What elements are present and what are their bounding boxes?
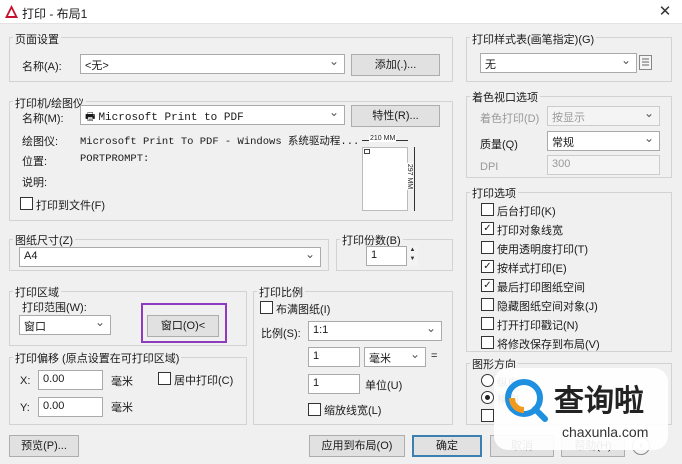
paper-size-legend: 图纸尺寸(Z) [13, 232, 76, 248]
watermark-text: 查询啦 [554, 384, 644, 419]
location-value: PORTPROMPT: [80, 153, 150, 165]
print-option-label: 使用透明度打印(T) [497, 244, 589, 256]
printable-area-marker [364, 149, 370, 154]
offset-y-unit: 毫米 [111, 402, 133, 414]
printer-name-select[interactable]: 🖶 Microsoft Print to PDF [80, 105, 345, 125]
watermark-url: chaxunla.com [562, 424, 649, 440]
plot-style-legend: 打印样式表(画笔指定)(G) [470, 31, 597, 47]
offset-x-unit: 毫米 [111, 376, 133, 388]
copies-spinner[interactable]: ▲ ▼ [406, 246, 418, 266]
offset-x-input[interactable]: 0.00 [38, 370, 103, 390]
paper-width-label: 210 MM [369, 135, 397, 142]
spin-down-icon[interactable]: ▼ [407, 255, 418, 264]
plot-style-select[interactable]: 无 [480, 53, 637, 73]
scale-ratio-label: 比例(S): [261, 328, 301, 340]
print-option-label: 后台打印(K) [497, 206, 556, 218]
apply-to-layout-button[interactable]: 应用到布局(O) [309, 435, 405, 457]
scale-value2-input[interactable]: 1 [308, 374, 360, 394]
offset-y-input[interactable]: 0.00 [38, 397, 103, 417]
print-option-checkbox[interactable] [481, 298, 494, 311]
preview-button[interactable]: 预览(P)... [9, 435, 79, 457]
print-option-checkbox[interactable]: ✓ [481, 260, 494, 273]
scale-lineweights-label: 缩放线宽(L) [324, 405, 382, 417]
scale-value1-input[interactable]: 1 [308, 347, 360, 367]
printer-properties-button[interactable]: 特性(R)... [351, 105, 440, 127]
scale-lineweights-checkbox[interactable] [308, 403, 321, 416]
dpi-label: DPI [480, 161, 499, 173]
spin-up-icon[interactable]: ▲ [407, 246, 418, 255]
print-options-legend: 打印选项 [470, 185, 518, 201]
print-offset-legend: 打印偏移 (原点设置在可打印区域) [13, 350, 182, 366]
plotter-value: Microsoft Print To PDF - Windows 系统驱动程..… [80, 136, 360, 148]
print-range-select[interactable]: 窗口 [19, 315, 111, 335]
page-setup-name-select[interactable]: <无> [80, 54, 345, 74]
add-page-setup-button[interactable]: 添加(.)... [351, 54, 440, 76]
scale-unit2-label: 单位(U) [365, 380, 403, 392]
ok-button[interactable]: 确定 [412, 435, 482, 457]
description-label: 说明: [22, 177, 48, 189]
print-option-checkbox[interactable]: ✓ [481, 222, 494, 235]
print-option-label: 隐藏图纸空间对象(J) [497, 301, 598, 313]
print-option-label: 打开打印戳记(N) [497, 320, 579, 332]
print-to-file-label: 打印到文件(F) [36, 200, 106, 212]
offset-x-label: X: [20, 375, 31, 387]
print-option-label: 最后打印图纸空间 [497, 282, 585, 294]
shade-plot-label: 着色打印(D) [480, 113, 540, 125]
print-to-file-checkbox[interactable] [20, 197, 33, 210]
print-option-checkbox[interactable] [481, 336, 494, 349]
quality-label: 质量(Q) [480, 139, 518, 151]
window-title: 打印 - 布局1 [22, 7, 88, 21]
print-option-label: 打印对象线宽 [497, 225, 563, 237]
highlight-annotation [141, 303, 227, 343]
center-plot-checkbox[interactable] [158, 372, 171, 385]
page-setup-name-label: 名称(A): [22, 61, 62, 73]
plotter-label: 绘图仪: [22, 136, 59, 148]
location-label: 位置: [22, 156, 48, 168]
print-option-label: 按样式打印(E) [497, 263, 567, 275]
fit-to-paper-label: 布满图纸(I) [276, 304, 331, 316]
fit-to-paper-checkbox[interactable] [260, 301, 273, 314]
close-icon[interactable]: ✕ [656, 2, 674, 20]
print-option-checkbox[interactable] [481, 241, 494, 254]
quality-select[interactable]: 常规 [547, 131, 660, 151]
shaded-viewport-legend: 着色视口选项 [470, 89, 540, 105]
print-area-legend: 打印区域 [13, 284, 61, 300]
printer-name-label: 名称(M): [22, 113, 64, 125]
title-bar [0, 0, 682, 24]
print-option-checkbox[interactable] [481, 203, 494, 216]
print-option-checkbox[interactable]: ✓ [481, 279, 494, 292]
portrait-radio[interactable] [481, 374, 494, 387]
print-option-label: 将修改保存到布局(V) [497, 339, 600, 351]
center-plot-label: 居中打印(C) [174, 375, 234, 387]
plot-scale-legend: 打印比例 [257, 284, 305, 300]
upside-down-checkbox[interactable] [481, 409, 494, 422]
scale-unit-select[interactable]: 毫米 [364, 347, 426, 367]
paper-height-dimension-line [414, 147, 415, 211]
paper-size-select[interactable]: A4 [19, 247, 321, 267]
watermark-overlay: 查询啦 chaxunla.com [494, 368, 668, 450]
scale-equals: = [431, 350, 438, 362]
autocad-logo-icon [5, 5, 18, 18]
printer-icon: 🖶 [85, 111, 99, 123]
page-setup-legend: 页面设置 [13, 31, 61, 47]
watermark-logo-icon [504, 378, 548, 422]
paper-sheet [362, 147, 408, 211]
paper-preview: 210 MM 297 MM [352, 133, 438, 215]
plot-style-edit-icon[interactable] [639, 55, 652, 70]
printer-legend: 打印机/绘图仪 [13, 95, 87, 111]
print-option-checkbox[interactable] [481, 317, 494, 330]
scale-ratio-select[interactable]: 1:1 [308, 321, 442, 341]
shade-plot-select[interactable]: 按显示 [547, 106, 660, 126]
landscape-radio[interactable] [481, 391, 494, 404]
print-range-label: 打印范围(W): [22, 302, 87, 314]
paper-height-label: 297 MM [406, 162, 414, 191]
dpi-input[interactable]: 300 [547, 155, 660, 175]
offset-y-label: Y: [20, 402, 30, 414]
